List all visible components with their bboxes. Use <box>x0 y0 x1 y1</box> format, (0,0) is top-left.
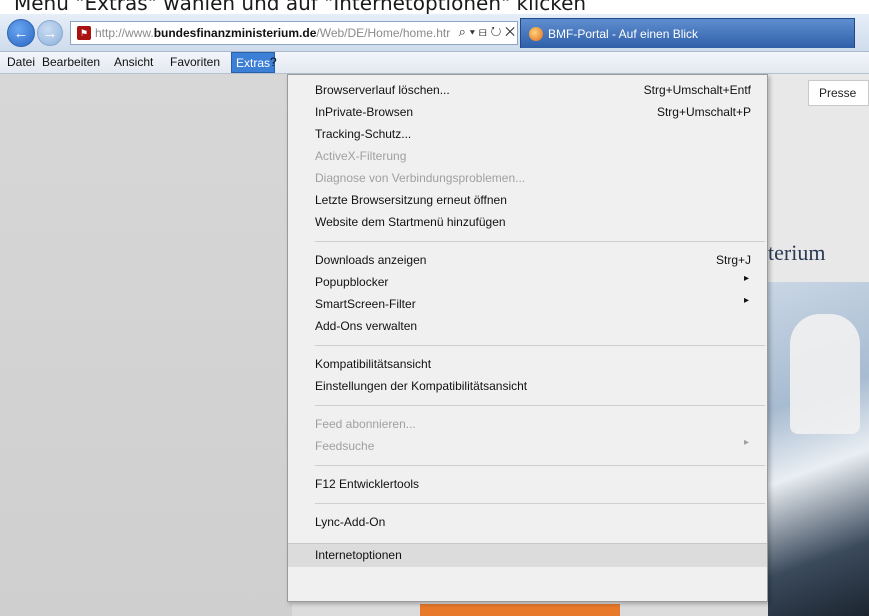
menu-item-browserverlauf[interactable]: Browserverlauf löschen... Strg+Umschalt+… <box>288 79 767 101</box>
menu-item-letzte-sitzung[interactable]: Letzte Browsersitzung erneut öffnen <box>288 189 767 211</box>
page-heading-fragment: terium <box>768 240 826 265</box>
menu-item-tracking-schutz[interactable]: Tracking-Schutz... <box>288 123 767 145</box>
menu-item-feedsuche: Feedsuche ▸ <box>288 435 767 457</box>
menu-item-label: F12 Entwicklertools <box>315 477 420 491</box>
address-tools[interactable]: ⌕ ▾ ⊟ ↻ ✕ <box>454 24 515 40</box>
menu-item-label: Popupblocker <box>315 275 389 289</box>
menu-item-label: Kompatibilitätsansicht <box>315 357 432 371</box>
menu-item-label: Add-Ons verwalten <box>315 319 418 333</box>
caption-text: Menü "Extras" wählen und auf "Internetop… <box>14 0 587 14</box>
menu-bar: Datei Bearbeiten Ansicht Favoriten Extra… <box>0 52 869 74</box>
menu-favoriten[interactable]: Favoriten <box>166 52 224 73</box>
menu-item-kompatibilitaet[interactable]: Kompatibilitätsansicht <box>288 353 767 375</box>
menu-item-inprivate[interactable]: InPrivate-Browsen Strg+Umschalt+P <box>288 101 767 123</box>
menu-item-f12-entwicklertools[interactable]: F12 Entwicklertools <box>288 473 767 495</box>
menu-item-label: Internetoptionen <box>315 548 402 562</box>
menu-separator <box>315 465 765 466</box>
menu-separator <box>315 241 765 242</box>
menu-item-label: Lync-Add-On <box>315 515 386 529</box>
menu-item-add-ons[interactable]: Add-Ons verwalten <box>288 315 767 337</box>
back-arrow-icon: ← <box>13 24 29 42</box>
submenu-arrow-icon: ▸ <box>743 437 749 448</box>
menu-item-smartscreen[interactable]: SmartScreen-Filter ▸ <box>288 293 767 315</box>
orange-banner <box>420 604 620 616</box>
menu-item-label: Website dem Startmenü hinzufügen <box>315 215 506 229</box>
site-favicon-icon: ⚑ <box>77 26 91 40</box>
menu-item-shortcut: Strg+Umschalt+Entf <box>643 83 751 97</box>
extras-dropdown-menu: Browserverlauf löschen... Strg+Umschalt+… <box>287 74 768 602</box>
presse-link[interactable]: Presse <box>808 80 869 106</box>
menu-item-shortcut: Strg+J <box>715 253 751 267</box>
page-background-left <box>0 74 292 616</box>
menu-separator <box>315 503 765 504</box>
menu-item-label: SmartScreen-Filter <box>315 297 416 311</box>
menu-item-downloads[interactable]: Downloads anzeigen Strg+J <box>288 249 767 271</box>
menu-help[interactable]: ? <box>266 52 281 73</box>
menu-item-diagnose: Diagnose von Verbindungsproblemen... <box>288 167 767 189</box>
menu-item-label: InPrivate-Browsen <box>315 105 414 119</box>
forward-button[interactable]: → <box>37 20 63 46</box>
menu-datei[interactable]: Datei <box>3 52 39 73</box>
forward-arrow-icon: → <box>42 24 58 42</box>
menu-item-label: Feed abonnieren... <box>315 417 416 431</box>
menu-item-label: Downloads anzeigen <box>315 253 427 267</box>
menu-item-label: Browserverlauf löschen... <box>315 83 450 97</box>
menu-item-label: Letzte Browsersitzung erneut öffnen <box>315 193 507 207</box>
browser-toolbar: ← → ⚑ http://www. bundesfinanzministeriu… <box>0 14 869 52</box>
browser-tab[interactable]: BMF-Portal - Auf einen Blick <box>520 18 855 48</box>
tab-title: BMF-Portal - Auf einen Blick <box>548 26 699 41</box>
url-prefix: http://www. <box>95 26 154 40</box>
menu-item-popupblocker[interactable]: Popupblocker ▸ <box>288 271 767 293</box>
instruction-caption: Menü "Extras" wählen und auf "Internetop… <box>0 0 869 14</box>
hero-figure <box>790 314 860 434</box>
menu-separator <box>315 405 765 406</box>
menu-item-label: Tracking-Schutz... <box>315 127 412 141</box>
menu-item-startmenu[interactable]: Website dem Startmenü hinzufügen <box>288 211 767 233</box>
tab-favicon-icon <box>529 26 543 41</box>
menu-item-activex-filterung: ActiveX-Filterung <box>288 145 767 167</box>
menu-item-label: Einstellungen der Kompatibilitätsansicht <box>315 379 528 393</box>
menu-item-feed-abonnieren: Feed abonnieren... <box>288 413 767 435</box>
menu-item-lync-add-on[interactable]: Lync-Add-On <box>288 511 767 533</box>
menu-item-internetoptionen[interactable]: Internetoptionen <box>288 543 767 567</box>
menu-separator <box>315 345 765 346</box>
menu-item-label: ActiveX-Filterung <box>315 149 407 163</box>
submenu-arrow-icon: ▸ <box>743 273 749 284</box>
submenu-arrow-icon: ▸ <box>743 295 749 306</box>
menu-item-label: Diagnose von Verbindungsproblemen... <box>315 171 526 185</box>
menu-bearbeiten[interactable]: Bearbeiten <box>38 52 104 73</box>
url-path: /Web/DE/Home/home.htr <box>316 26 451 40</box>
back-button[interactable]: ← <box>7 19 35 47</box>
menu-item-shortcut: Strg+Umschalt+P <box>656 105 751 119</box>
url-domain: bundesfinanzministerium.de <box>153 26 317 40</box>
menu-item-label: Feedsuche <box>315 439 375 453</box>
menu-ansicht[interactable]: Ansicht <box>110 52 157 73</box>
menu-item-kompatibilitaet-einstellungen[interactable]: Einstellungen der Kompatibilitätsansicht <box>288 375 767 397</box>
address-bar[interactable]: ⚑ http://www. bundesfinanzministerium.de… <box>70 21 518 45</box>
